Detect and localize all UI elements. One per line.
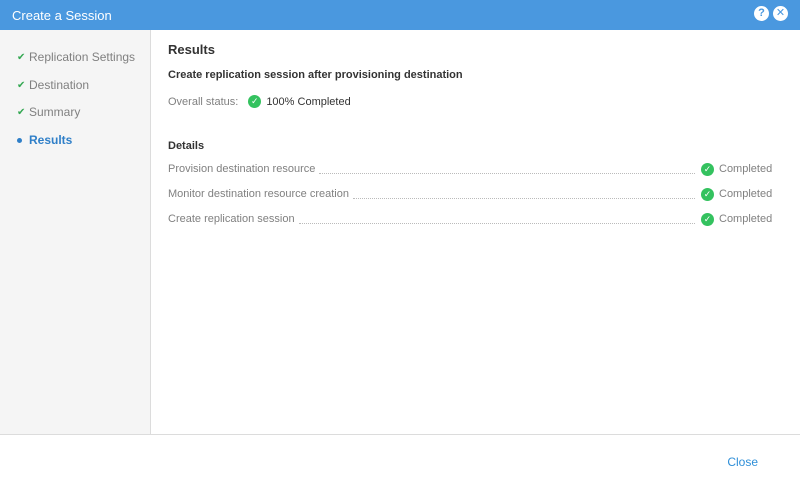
title-bar-icons: ? ✕	[754, 6, 788, 21]
step-replication-settings[interactable]: ✔ Replication Settings	[17, 50, 135, 64]
step-label: Replication Settings	[29, 50, 136, 64]
step-label: Results	[29, 133, 73, 147]
results-panel: Results Create replication session after…	[168, 30, 780, 434]
detail-task-name: Monitor destination resource creation	[168, 188, 349, 200]
wizard-steps-sidebar: ✔ Replication Settings ✔ Destination ✔ S…	[0, 30, 151, 434]
checkmark-icon: ✔	[17, 51, 26, 63]
title-bar: Create a Session ? ✕	[0, 0, 800, 30]
success-check-icon: ✓	[248, 95, 262, 108]
dialog-title: Create a Session	[12, 7, 112, 23]
dotted-leader	[319, 165, 695, 174]
bullet-icon	[17, 135, 28, 146]
step-destination[interactable]: ✔ Destination	[17, 78, 89, 92]
create-session-dialog: Create a Session ? ✕ ✔ Replication Setti…	[0, 0, 800, 488]
checkmark-icon: ✔	[17, 79, 26, 91]
step-label: Destination	[29, 78, 90, 92]
close-icon[interactable]: ✕	[773, 6, 788, 21]
step-summary[interactable]: ✔ Summary	[17, 105, 80, 119]
step-label: Summary	[29, 105, 81, 119]
detail-row: Monitor destination resource creation ✓ …	[168, 187, 774, 201]
overall-status-value: 100% Completed	[266, 95, 351, 108]
close-button[interactable]: Close	[727, 455, 758, 469]
detail-task-status: Completed	[719, 188, 773, 200]
operation-subtitle: Create replication session after provisi…	[168, 69, 463, 81]
detail-row: Provision destination resource ✓ Complet…	[168, 162, 774, 176]
dialog-footer: Close	[0, 434, 800, 488]
overall-status: Overall status: ✓ 100% Completed	[168, 95, 351, 108]
details-heading: Details	[168, 140, 205, 152]
detail-task-status: Completed	[719, 213, 773, 225]
page-title: Results	[168, 42, 215, 57]
overall-status-label: Overall status:	[168, 95, 239, 108]
detail-task-name: Provision destination resource	[168, 163, 316, 175]
help-icon[interactable]: ?	[754, 6, 769, 21]
dotted-leader	[298, 215, 695, 224]
dotted-leader	[352, 190, 695, 199]
step-results[interactable]: Results	[17, 133, 72, 147]
success-check-icon: ✓	[701, 212, 714, 226]
detail-task-status: Completed	[719, 163, 773, 175]
checkmark-icon: ✔	[17, 106, 26, 118]
detail-task-name: Create replication session	[168, 213, 295, 225]
success-check-icon: ✓	[701, 162, 714, 176]
detail-row: Create replication session ✓ Completed	[168, 212, 774, 226]
success-check-icon: ✓	[701, 187, 714, 201]
